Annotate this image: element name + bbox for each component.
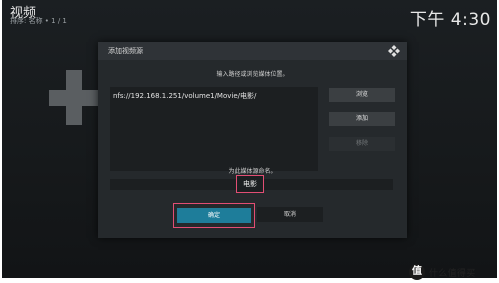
- browse-button[interactable]: 浏览: [329, 88, 395, 102]
- cancel-button[interactable]: 取消: [257, 207, 323, 222]
- watermark-logo-icon: 值: [409, 264, 425, 280]
- ok-button[interactable]: 确定: [177, 208, 251, 223]
- remove-button[interactable]: 移除: [329, 137, 395, 151]
- path-prompt: 输入路径或浏览媒体位置。: [216, 71, 289, 78]
- source-path-list[interactable]: nfs://192.168.1.251/volume1/Movie/电影/: [110, 87, 318, 171]
- add-video-source-dialog: 添加视频源 输入路径或浏览媒体位置。 nfs://192.168.1.251/v…: [98, 42, 407, 238]
- source-name-value[interactable]: 电影: [236, 175, 264, 193]
- dialog-title: 添加视频源: [108, 47, 143, 55]
- clock: 下午 4:30: [409, 10, 491, 30]
- kodi-screen: 视频 排序: 名称 • 1 / 1 下午 4:30 添加视频源 输入路径或浏览媒…: [2, 0, 497, 278]
- sort-info: 排序: 名称 • 1 / 1: [10, 17, 67, 25]
- add-source-plus-icon[interactable]: [49, 70, 99, 125]
- watermark: 值 什么值得买: [408, 261, 499, 283]
- add-button[interactable]: 添加: [329, 112, 395, 126]
- kodi-logo-icon: [388, 45, 400, 57]
- watermark-text: 什么值得买: [429, 268, 476, 279]
- ok-button-highlight: 确定: [173, 203, 255, 228]
- dialog-header: 添加视频源: [98, 42, 407, 60]
- name-prompt: 为此媒体源命名。: [228, 168, 277, 175]
- source-path-item[interactable]: nfs://192.168.1.251/volume1/Movie/电影/: [113, 91, 256, 101]
